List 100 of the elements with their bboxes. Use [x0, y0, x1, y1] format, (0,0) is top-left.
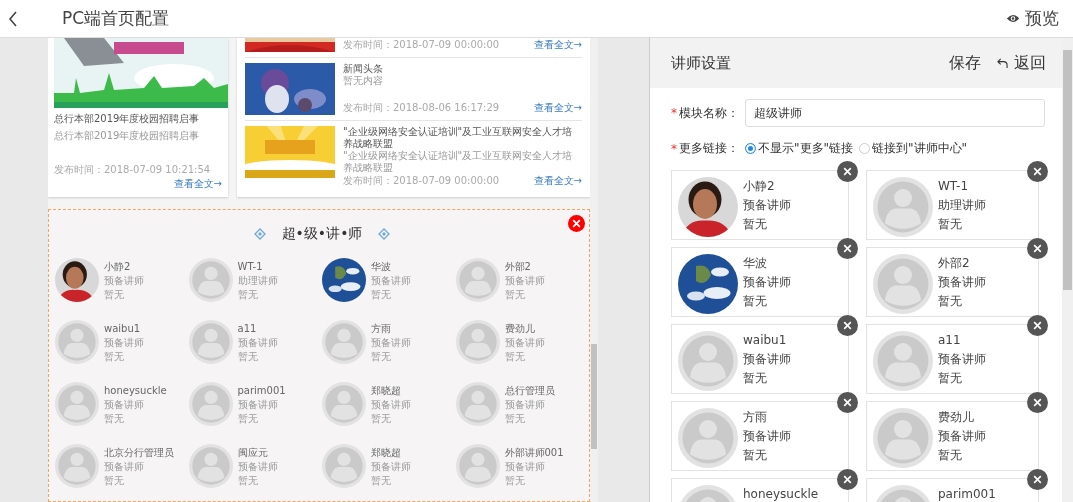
news-title: 新闻头条 [343, 63, 384, 75]
lecturer-role: 预备讲师 [938, 428, 986, 445]
lecturer-role: 预备讲师 [237, 460, 278, 474]
publish-date: 发布时间：2018-08-06 16:17:29 [343, 101, 500, 115]
scrollbar[interactable] [590, 38, 598, 502]
news-summary: "企业级网络安全认证培训"及工业互联网安全人才培养战略联盟 [343, 150, 574, 174]
lecturer-note: 暂无 [504, 288, 526, 302]
radio-option[interactable]: 链接到"讲师中心" [859, 140, 968, 157]
read-more-link[interactable]: 查看全文→ [533, 38, 582, 52]
news-title: 总行本部2019年度校园招聘启事 [54, 112, 201, 126]
lecturer-name: 费劲儿 [504, 322, 536, 336]
lecturer-name: honeysuckle [743, 486, 819, 502]
lecturer-role: 预备讲师 [743, 428, 791, 445]
lecturer-note: 暂无 [504, 412, 526, 426]
lecturer-note: 暂无 [743, 370, 768, 387]
lecturer-name: 小静2 [104, 260, 132, 274]
preview-link[interactable]: 预览 [1025, 7, 1059, 30]
remove-icon[interactable] [1027, 392, 1048, 413]
lecturer-role: 助理讲师 [938, 197, 986, 214]
diamond-icon [253, 228, 266, 240]
read-more-link[interactable]: 查看全文→ [533, 174, 582, 188]
lecturer-note: 暂无 [938, 370, 963, 387]
avatar-icon [455, 444, 500, 488]
lecturer-note: 暂无 [938, 447, 963, 464]
back-button[interactable]: 返回 [997, 52, 1046, 74]
save-button[interactable]: 保存 [949, 52, 981, 74]
avatar-icon [678, 408, 738, 468]
undo-icon [997, 57, 1008, 69]
lecturer-role: 预备讲师 [371, 274, 411, 288]
lecturer-name: 方雨 [743, 409, 768, 426]
lecturer-name: parim001 [938, 486, 996, 502]
remove-icon[interactable] [837, 392, 858, 413]
lecturer-role: 预备讲师 [371, 336, 411, 350]
field-label: 更多链接： [679, 140, 739, 157]
lecturer-name: waibu1 [743, 332, 788, 349]
avatar-icon [873, 254, 933, 314]
diamond-icon [378, 228, 391, 240]
avatar-icon [455, 320, 500, 364]
lecturer-name: 华波 [371, 260, 392, 274]
lecturer-name: 郑晓超 [371, 384, 402, 398]
avatar-icon [873, 408, 933, 468]
lecturer-role: 预备讲师 [237, 398, 279, 412]
avatar-icon [455, 258, 500, 302]
lecturer-role: 预备讲师 [938, 351, 986, 368]
avatar-icon [322, 444, 366, 488]
module-name-field[interactable]: 超级讲师 [745, 99, 1045, 127]
lecturer-name: 小静2 [743, 178, 776, 195]
lecturer-role: 预备讲师 [104, 336, 144, 350]
lecturer-note: 暂无 [743, 293, 768, 310]
lecturer-name: 郑晓超 [371, 446, 402, 460]
lecturer-name: 方雨 [371, 322, 392, 336]
lecturer-name: 费劲儿 [938, 409, 975, 426]
remove-icon[interactable] [837, 315, 858, 336]
lecturer-role: 预备讲师 [237, 336, 278, 350]
news-summary: 总行本部2019年度校园招聘启事 [54, 129, 201, 143]
lecturer-name: 外部2 [504, 260, 532, 274]
lecturer-name: a11 [938, 332, 962, 349]
eye-icon[interactable] [1006, 13, 1020, 24]
avatar-icon [55, 382, 99, 426]
avatar-icon [188, 444, 233, 488]
close-icon[interactable] [568, 215, 585, 232]
lecturer-role: 预备讲师 [504, 398, 546, 412]
lecturer-note: 暂无 [104, 412, 125, 426]
lecturer-name: a11 [237, 322, 258, 336]
back-icon[interactable] [8, 10, 18, 27]
lecturer-note: 暂无 [237, 350, 259, 364]
module-title: 超•级•讲•师 [281, 225, 363, 243]
scrollbar[interactable] [1062, 38, 1073, 502]
lecturer-note: 暂无 [104, 474, 125, 488]
remove-icon[interactable] [1027, 161, 1048, 182]
lecturer-note: 暂无 [237, 412, 259, 426]
lecturer-note: 暂无 [743, 447, 768, 464]
lecturer-note: 暂无 [237, 288, 259, 302]
avatar-icon [455, 382, 500, 426]
lecturer-note: 暂无 [371, 412, 392, 426]
remove-icon[interactable] [1027, 469, 1048, 490]
lecturer-note: 暂无 [371, 288, 392, 302]
news-summary: 暂无内容 [343, 75, 384, 87]
avatar-icon [322, 382, 366, 426]
lecturer-note: 暂无 [504, 350, 526, 364]
remove-icon[interactable] [837, 161, 858, 182]
avatar-icon [873, 177, 933, 237]
avatar-icon [873, 331, 933, 391]
remove-icon[interactable] [1027, 238, 1048, 259]
lecturer-note: 暂无 [104, 350, 125, 364]
remove-icon[interactable] [1027, 315, 1048, 336]
avatar-icon [55, 320, 99, 364]
read-more-link[interactable]: 查看全文→ [173, 177, 222, 191]
remove-icon[interactable] [837, 238, 858, 259]
lecturer-role: 预备讲师 [504, 460, 546, 474]
publish-date: 发布时间：2018-07-09 00:00:00 [343, 174, 500, 188]
remove-icon[interactable] [837, 469, 858, 490]
lecturer-name: 外部讲师001 [504, 446, 564, 460]
read-more-link[interactable]: 查看全文→ [533, 101, 582, 115]
radio-option[interactable]: 不显示"更多"链接 [745, 140, 854, 157]
lecturer-name: WT-1 [938, 178, 970, 195]
field-label: 模块名称： [679, 104, 739, 122]
lecturer-role: 预备讲师 [104, 398, 145, 412]
lecturer-note: 暂无 [371, 474, 392, 488]
lecturer-name: honeysuckle [104, 384, 167, 398]
